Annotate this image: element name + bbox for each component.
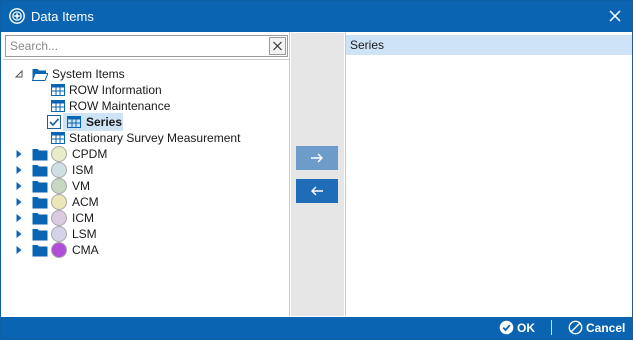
tree-label: Stationary Survey Measurement xyxy=(69,131,241,145)
tree-label: VM xyxy=(72,179,90,193)
module-color-icon xyxy=(51,178,67,194)
search-input[interactable] xyxy=(6,36,268,56)
table-icon xyxy=(67,116,81,128)
tree-label: CPDM xyxy=(72,147,108,161)
dialog-footer: OK Cancel xyxy=(1,317,632,339)
cancel-circle-icon xyxy=(568,320,583,335)
tree-label: ISM xyxy=(72,163,94,177)
expand-triangle-icon[interactable] xyxy=(14,181,24,191)
selected-item-series[interactable]: Series xyxy=(346,35,632,55)
title-bar: Data Items xyxy=(1,1,632,32)
tree-node-cma[interactable]: CMA xyxy=(3,242,290,258)
folder-open-icon xyxy=(32,69,48,81)
folder-icon xyxy=(32,165,48,177)
checkmark-icon xyxy=(49,118,60,127)
selected-item-label: Series xyxy=(350,38,385,52)
clear-icon xyxy=(273,41,282,51)
cancel-button[interactable]: Cancel xyxy=(568,320,628,337)
tree-label: ICM xyxy=(72,211,94,225)
tree-node-vm[interactable]: VM xyxy=(3,178,290,194)
folder-icon xyxy=(32,149,48,161)
tree-node-series[interactable]: Series xyxy=(3,113,290,131)
tree-label: ROW Maintenance xyxy=(69,99,171,113)
footer-divider xyxy=(551,320,552,335)
collapse-triangle-icon[interactable] xyxy=(14,69,24,79)
arrow-left-icon xyxy=(296,179,338,203)
tree-label: LSM xyxy=(72,227,97,241)
tree-node-ism[interactable]: ISM xyxy=(3,162,290,178)
clear-search-button[interactable] xyxy=(269,37,286,55)
module-color-icon xyxy=(51,162,67,178)
folder-icon xyxy=(32,229,48,241)
tree-node-row-information[interactable]: ROW Information xyxy=(3,82,290,98)
app-logo-icon xyxy=(9,8,25,24)
tree-node-lsm[interactable]: LSM xyxy=(3,226,290,242)
expand-triangle-icon[interactable] xyxy=(14,245,24,255)
tree-node-cpdm[interactable]: CPDM xyxy=(3,146,290,162)
series-checkbox[interactable] xyxy=(47,115,61,129)
expand-triangle-icon[interactable] xyxy=(14,213,24,223)
transfer-buttons-pane xyxy=(291,33,344,316)
folder-icon xyxy=(32,245,48,257)
folder-icon xyxy=(32,197,48,209)
folder-icon xyxy=(32,181,48,193)
module-color-icon xyxy=(51,146,67,162)
table-icon xyxy=(51,84,65,96)
close-button[interactable] xyxy=(604,5,626,27)
module-color-icon xyxy=(51,194,67,210)
expand-triangle-icon[interactable] xyxy=(14,197,24,207)
tree-node-system-items[interactable]: System Items xyxy=(3,66,290,82)
check-circle-icon xyxy=(499,320,514,335)
table-icon xyxy=(51,132,65,144)
table-icon xyxy=(51,100,65,112)
ok-button[interactable]: OK xyxy=(499,320,539,337)
data-items-dialog: Data Items Search... System Items ROW In… xyxy=(0,0,633,340)
tree-label-system-items: System Items xyxy=(52,67,125,81)
module-color-icon xyxy=(51,226,67,242)
remove-item-button[interactable] xyxy=(296,179,338,203)
tree-label: ROW Information xyxy=(69,83,162,97)
tree-node-acm[interactable]: ACM xyxy=(3,194,290,210)
tree-node-stationary-survey-measurement[interactable]: Stationary Survey Measurement xyxy=(3,130,290,146)
available-items-pane: System Items ROW Information ROW Mainten… xyxy=(3,33,290,316)
folder-icon xyxy=(32,213,48,225)
ok-label: OK xyxy=(517,321,535,335)
expand-triangle-icon[interactable] xyxy=(14,229,24,239)
module-color-icon xyxy=(51,210,67,226)
tree-label: CMA xyxy=(72,243,99,257)
module-color-icon xyxy=(51,242,67,258)
cancel-label: Cancel xyxy=(586,321,626,335)
search-box xyxy=(5,35,288,57)
add-item-button[interactable] xyxy=(296,146,338,170)
expand-triangle-icon[interactable] xyxy=(14,165,24,175)
tree-label: Series xyxy=(86,115,123,129)
tree-node-icm[interactable]: ICM xyxy=(3,210,290,226)
items-tree: System Items ROW Information ROW Mainten… xyxy=(3,59,290,316)
selected-items-pane: Series xyxy=(345,33,632,316)
arrow-right-icon xyxy=(296,146,338,170)
close-icon xyxy=(609,10,621,22)
tree-node-row-maintenance[interactable]: ROW Maintenance xyxy=(3,98,290,114)
expand-triangle-icon[interactable] xyxy=(14,149,24,159)
tree-label: ACM xyxy=(72,195,99,209)
window-title: Data Items xyxy=(31,9,94,24)
